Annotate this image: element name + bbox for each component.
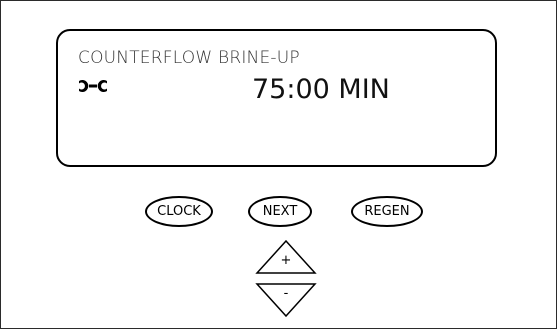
increase-button[interactable]: +: [255, 239, 317, 275]
display-value: 75:00 MIN: [252, 74, 390, 105]
lcd-display: COUNTERFLOW BRINE-UP 75:00 MIN: [56, 29, 497, 167]
display-mode-text: COUNTERFLOW BRINE-UP: [78, 48, 300, 68]
regen-button[interactable]: REGEN: [351, 196, 423, 227]
controller-panel: COUNTERFLOW BRINE-UP 75:00 MIN CLOCK NEX…: [0, 0, 557, 329]
wrench-icon: [79, 80, 107, 92]
clock-button[interactable]: CLOCK: [145, 196, 213, 227]
decrease-label: -: [283, 286, 289, 301]
decrease-button[interactable]: -: [255, 282, 317, 318]
next-button[interactable]: NEXT: [248, 196, 312, 227]
increase-label: +: [280, 253, 292, 268]
